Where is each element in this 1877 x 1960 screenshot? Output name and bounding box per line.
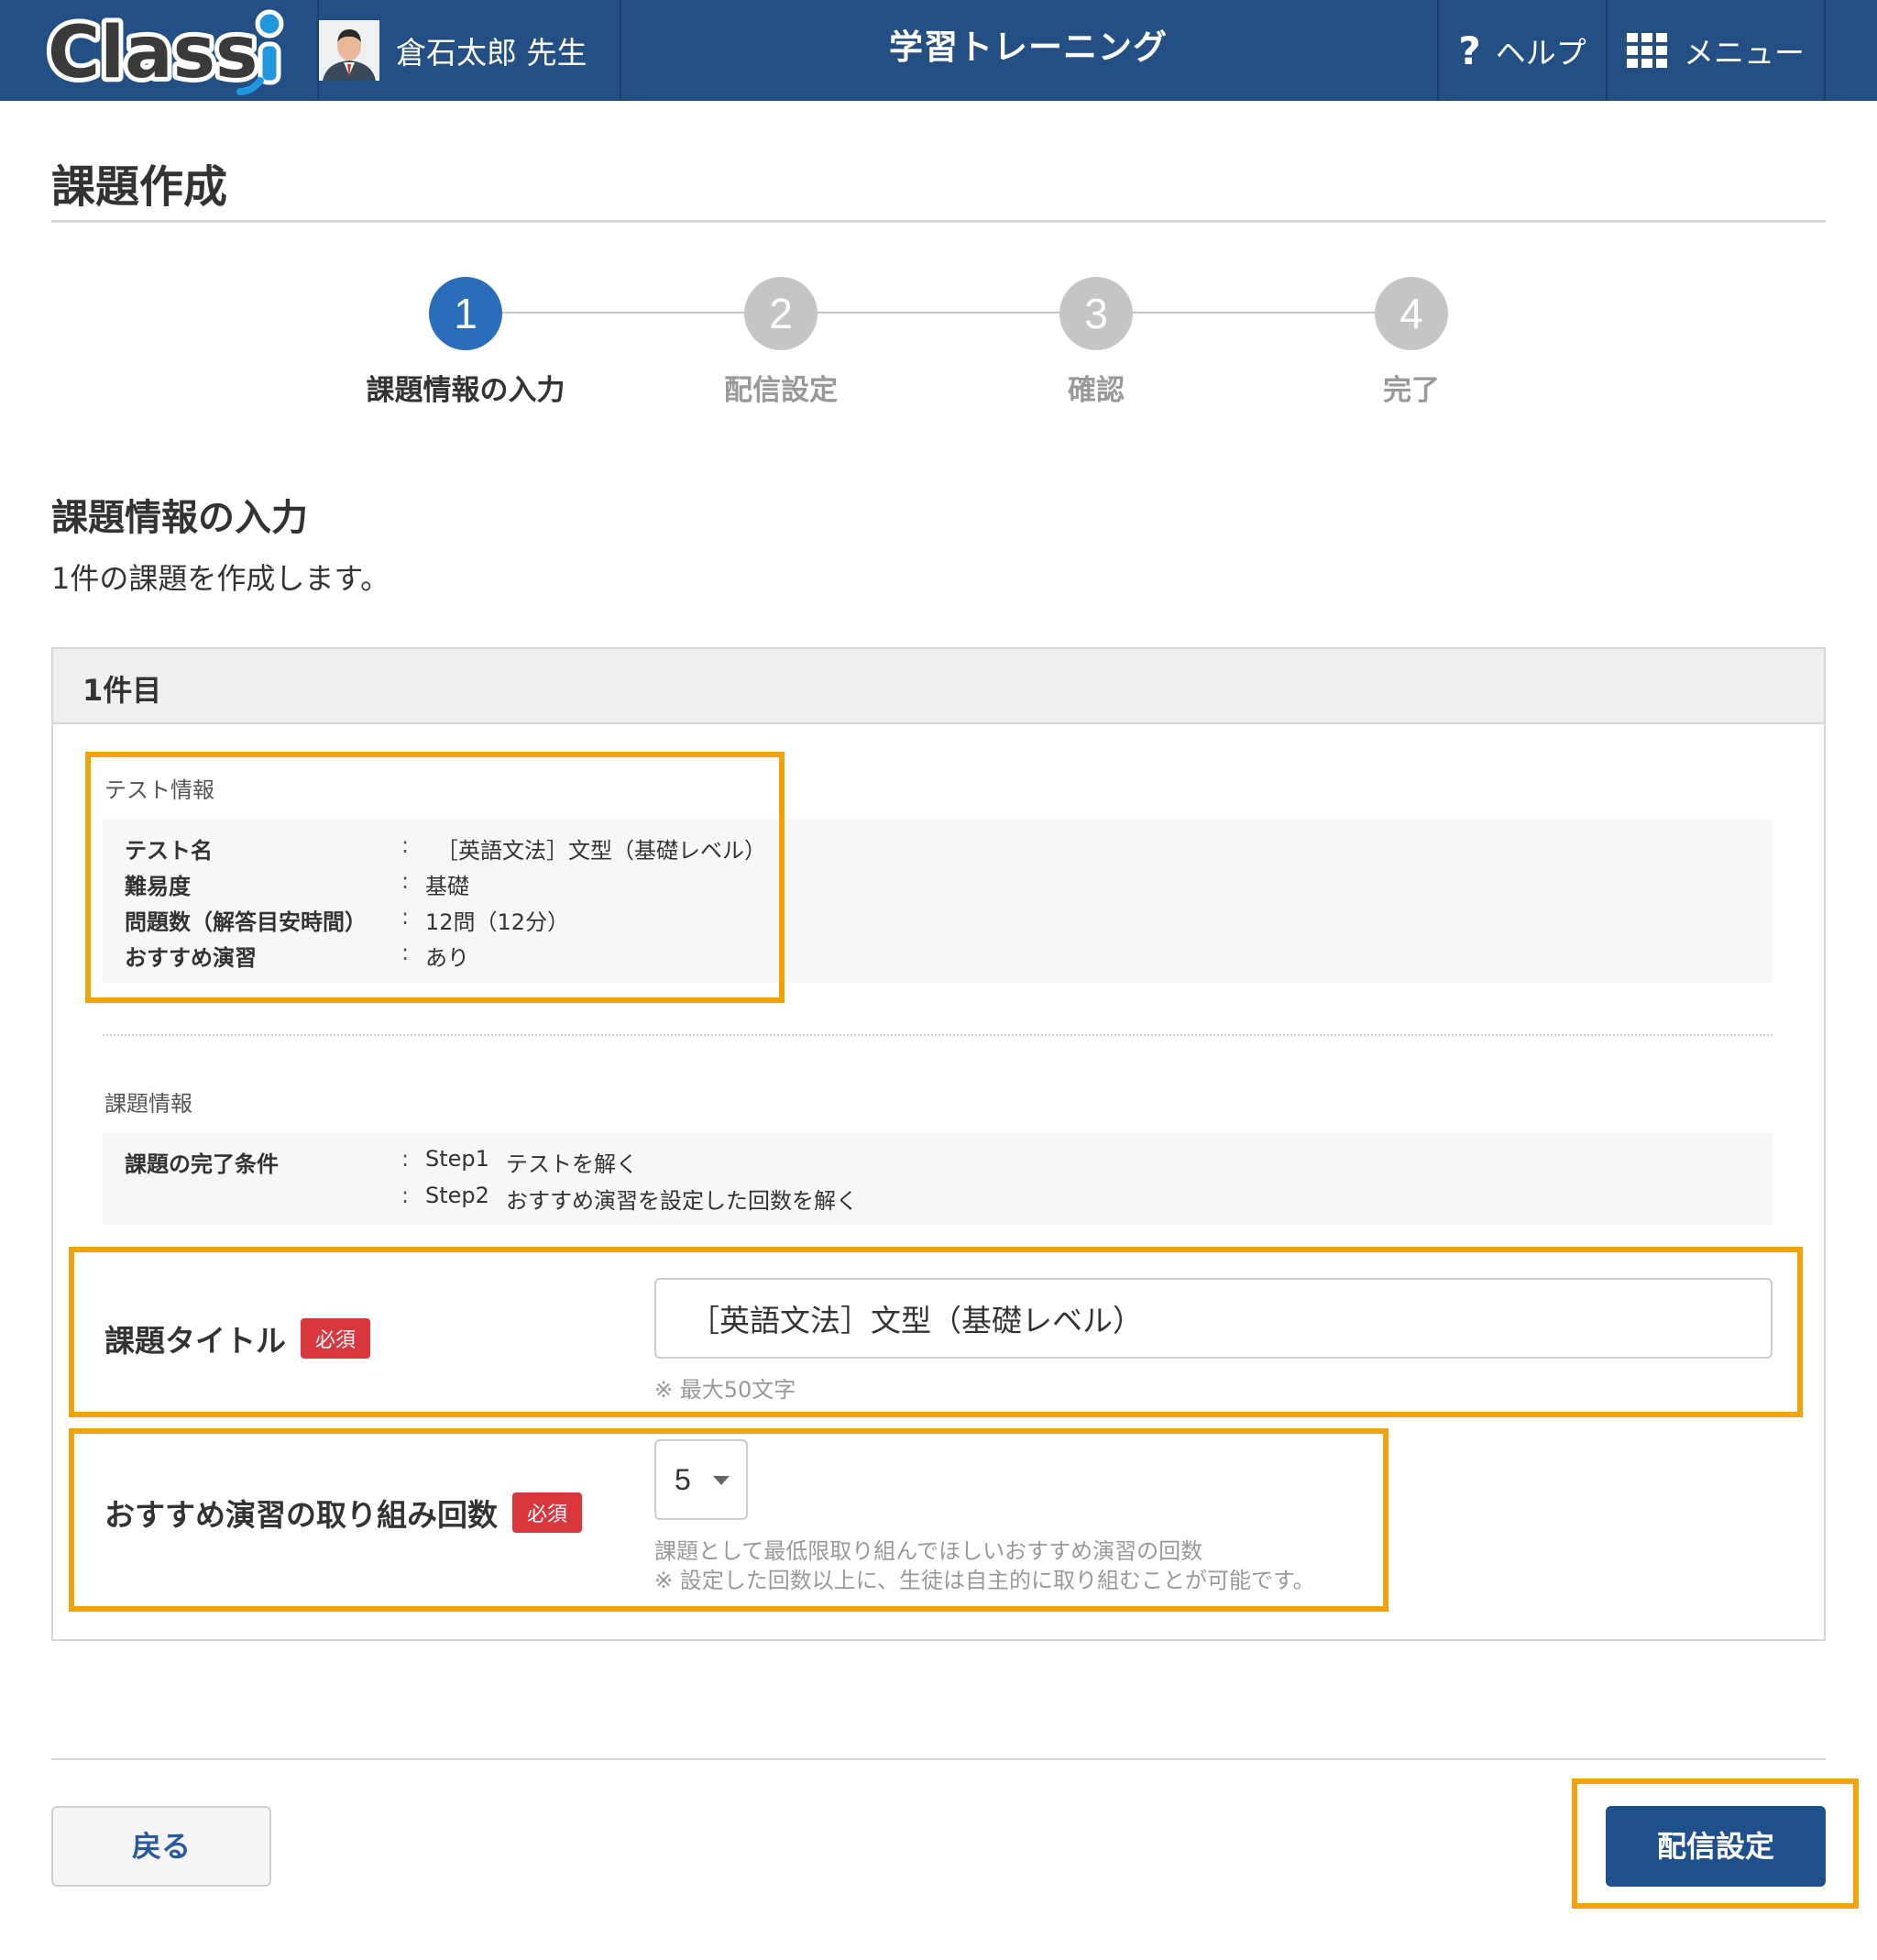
- practice-count-note: ※ 設定した回数以上に、生徒は自主的に取り組むことが可能です。: [654, 1568, 1315, 1593]
- footer-divider: [51, 1758, 1826, 1760]
- app-header: Class Class 倉石太郎 先生 学習トレーニング ? ヘルプ メニュー: [0, 0, 1877, 101]
- page-title: 課題作成: [51, 161, 228, 213]
- step-4-label: 完了: [1383, 374, 1440, 407]
- step-4-circle: 4: [1375, 277, 1448, 350]
- back-button[interactable]: 戻る: [51, 1806, 271, 1887]
- practice-count-hint: 課題として最低限取り組んでほしいおすすめ演習の回数: [654, 1538, 1203, 1564]
- colon: :: [401, 1183, 410, 1208]
- colon: :: [401, 1146, 410, 1172]
- task-title-hint: ※ 最大50文字: [654, 1377, 796, 1403]
- required-badge: 必須: [512, 1492, 583, 1533]
- test-name-key: テスト名: [125, 838, 213, 864]
- stepper-connector: [818, 312, 1059, 314]
- step-3-label: 確認: [1068, 374, 1125, 407]
- condition-step-1: Step1: [425, 1146, 489, 1172]
- menu-label: メニュー: [1684, 35, 1805, 71]
- step-1-circle: 1: [429, 277, 502, 350]
- condition-step-2: Step2: [425, 1183, 489, 1208]
- section-heading: 課題情報の入力: [51, 497, 308, 539]
- avatar: [319, 20, 379, 81]
- colon: :: [401, 904, 410, 930]
- recommended-practice-key: おすすめ演習: [125, 945, 257, 971]
- task-info-label: 課題情報: [104, 1091, 192, 1117]
- help-button[interactable]: ? ヘルプ: [1439, 0, 1606, 101]
- condition-step-1-text: テストを解く: [506, 1151, 638, 1177]
- header-divider: [1824, 0, 1826, 101]
- section-description: 1件の課題を作成します。: [51, 561, 390, 596]
- card-header-title: 1件目: [82, 673, 162, 708]
- colon: :: [401, 832, 410, 858]
- practice-count-label: おすすめ演習の取り組み回数 必須: [104, 1491, 583, 1535]
- section-divider: [103, 1034, 1773, 1036]
- step-2-circle: 2: [744, 277, 818, 350]
- difficulty-value: 基礎: [425, 874, 469, 899]
- question-icon: ?: [1458, 28, 1481, 73]
- task-title-label-text: 課題タイトル: [104, 1323, 286, 1359]
- test-name-value: ［英語文法］文型（基礎レベル）: [436, 838, 766, 864]
- card-header: 1件目: [53, 649, 1824, 724]
- difficulty-key: 難易度: [125, 874, 191, 899]
- condition-step-2-text: おすすめ演習を設定した回数を解く: [506, 1188, 858, 1214]
- question-count-value: 12問（12分）: [425, 909, 570, 935]
- task-title-label: 課題タイトル 必須: [104, 1316, 371, 1360]
- help-label: ヘルプ: [1495, 35, 1586, 71]
- task-info-box: [103, 1133, 1773, 1225]
- question-count-key: 問題数（解答目安時間）: [125, 909, 367, 935]
- user-name: 倉石太郎 先生: [396, 35, 587, 71]
- colon: :: [401, 868, 410, 894]
- classi-logo[interactable]: Class Class: [44, 4, 297, 97]
- grid-menu-icon: [1627, 33, 1667, 68]
- completion-condition-key: 課題の完了条件: [125, 1151, 279, 1177]
- step-1-label: 課題情報の入力: [366, 374, 565, 407]
- chevron-down-icon: [713, 1476, 730, 1485]
- step-2-label: 配信設定: [724, 374, 838, 407]
- step-3-circle: 3: [1059, 277, 1133, 350]
- stepper-connector: [502, 312, 744, 314]
- user-profile[interactable]: 倉石太郎 先生: [319, 0, 587, 101]
- practice-count-select[interactable]: 5: [654, 1439, 748, 1520]
- title-divider: [51, 220, 1826, 223]
- required-badge: 必須: [301, 1318, 371, 1359]
- stepper-connector: [1133, 312, 1375, 314]
- menu-button[interactable]: メニュー: [1608, 0, 1824, 101]
- practice-count-value: 5: [675, 1463, 691, 1496]
- test-info-box: [103, 820, 1773, 983]
- practice-count-label-text: おすすめ演習の取り組み回数: [104, 1497, 498, 1533]
- test-info-label: テスト情報: [104, 777, 214, 803]
- task-title-input[interactable]: [654, 1278, 1773, 1359]
- app-title: 学習トレーニング: [889, 28, 1168, 67]
- colon: :: [401, 940, 410, 965]
- svg-text:Class: Class: [48, 12, 258, 94]
- next-delivery-settings-button[interactable]: 配信設定: [1606, 1806, 1826, 1887]
- recommended-practice-value: あり: [425, 945, 469, 971]
